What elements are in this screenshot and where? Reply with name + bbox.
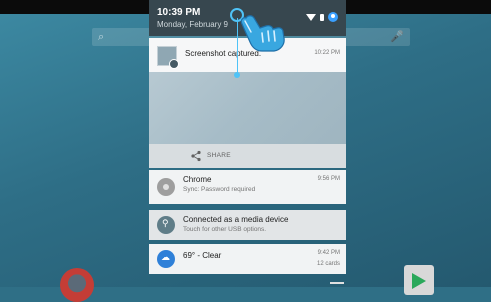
battery-icon [320,13,324,21]
chrome-dock-icon[interactable] [60,268,94,302]
usb-subtitle: Touch for other USB options. [183,226,267,233]
chrome-notification[interactable]: Chrome Sync: Password required 9:56 PM [149,170,346,204]
screenshot-preview[interactable] [149,72,346,144]
chrome-icon [157,178,175,196]
weather-time: 9:42 PM [317,250,340,256]
pointing-hand-icon [240,15,285,52]
mic-icon: 🎤 [390,31,404,43]
wifi-icon [306,13,316,21]
screenshot-badge-icon [169,59,179,69]
weather-notification[interactable]: 69° - Clear 9:42 PM 12 cards [149,244,346,274]
chrome-time: 9:56 PM [317,176,340,182]
share-icon [191,150,201,162]
screenshot-time: 10:22 PM [314,50,340,56]
chrome-title: Chrome [183,175,212,184]
share-action[interactable]: SHARE [149,144,346,168]
play-store-dock-icon[interactable] [404,265,434,295]
usb-title: Connected as a media device [183,215,289,224]
status-date: Monday, February 9 [157,20,228,29]
usb-notification[interactable]: Connected as a media device Touch for ot… [149,210,346,240]
search-icon: ⌕ [98,31,105,43]
usb-icon [157,216,175,234]
profile-icon[interactable] [328,12,338,22]
share-label: SHARE [207,152,231,159]
weather-title: 69° - Clear [183,251,222,260]
top-status-strip-right [346,0,491,14]
weather-icon [157,250,175,268]
drag-end-point [234,72,240,78]
screenshot-notification[interactable]: Screenshot captured. 10:22 PM SHARE [149,38,346,168]
chrome-subtitle: Sync: Password required [183,186,256,193]
status-time: 10:39 PM [157,7,201,18]
weather-meta: 12 cards [316,261,340,267]
status-icons [306,12,338,22]
